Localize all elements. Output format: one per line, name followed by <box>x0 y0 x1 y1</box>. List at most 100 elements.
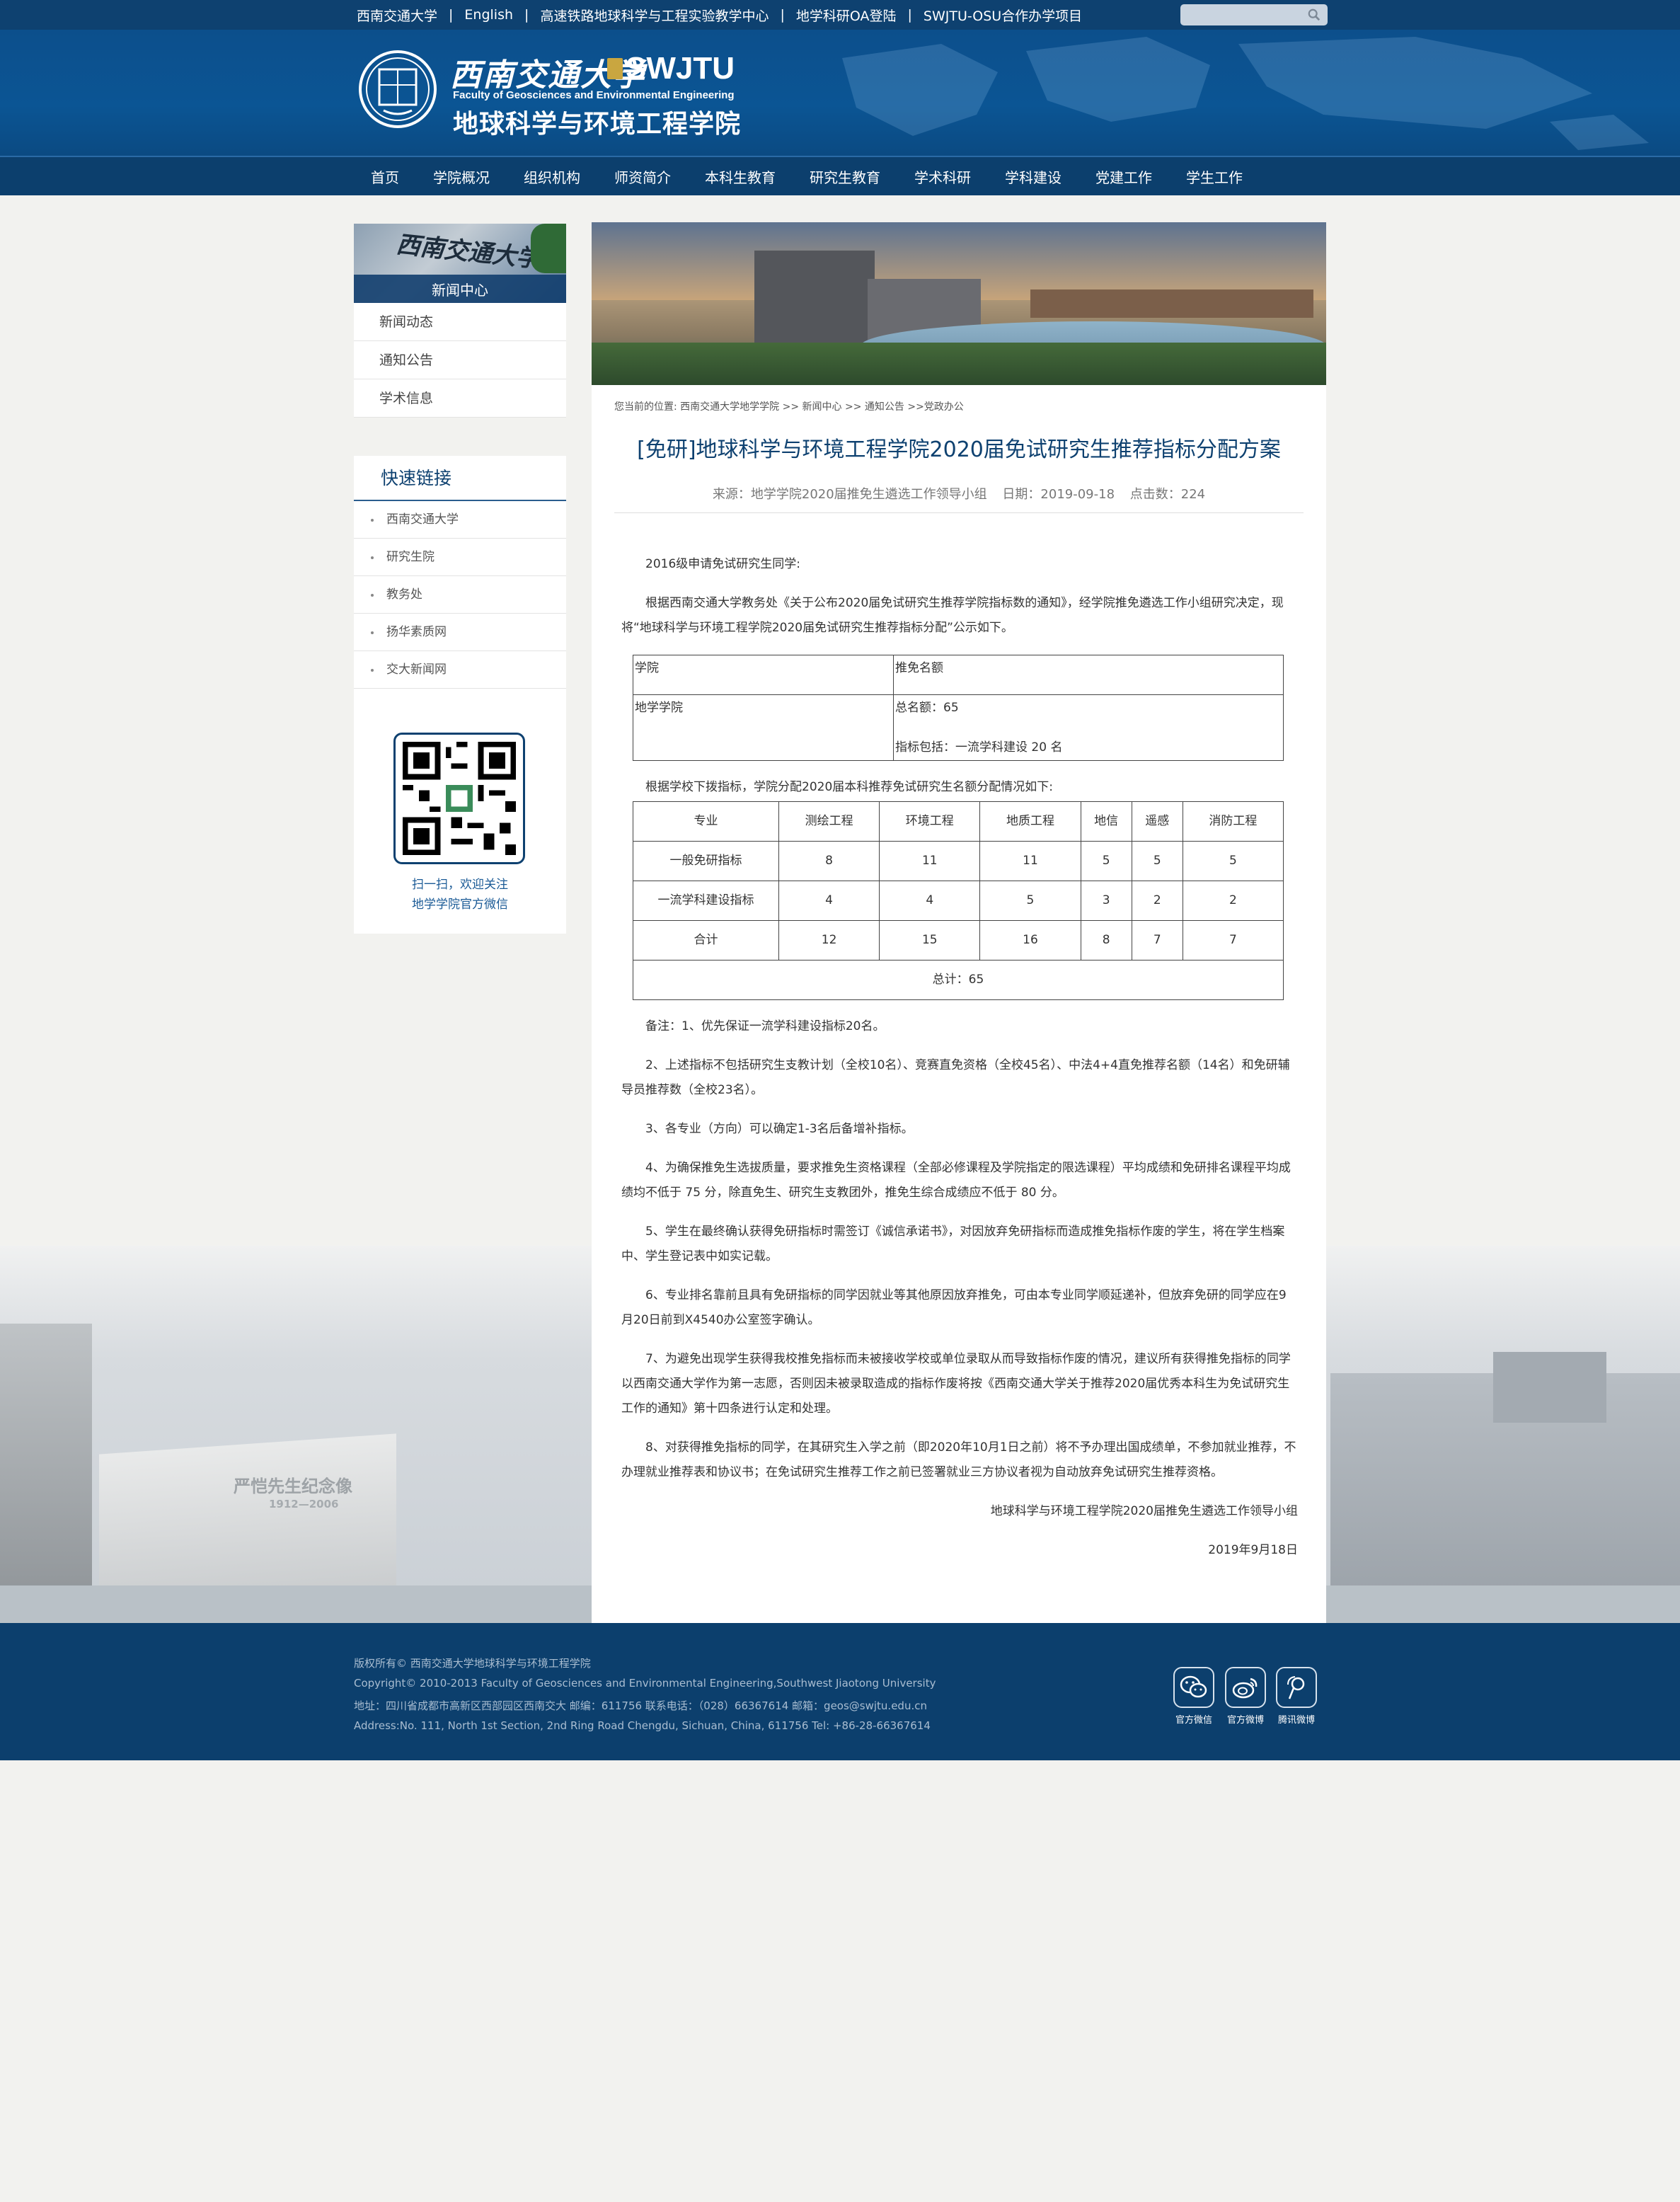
table-cell: 推免名额 <box>893 655 1284 695</box>
table-header: 消防工程 <box>1182 801 1284 842</box>
table-cell: 地学学院 <box>633 694 894 761</box>
sign-date: 2019年9月18日 <box>1208 1543 1298 1557</box>
article-source: 来源：地学学院2020届推免生遴选工作领导小组 <box>712 487 987 502</box>
article-body: 2016级申请免试研究生同学: 根据西南交通大学教务处《关于公布2020届免试研… <box>621 552 1298 1577</box>
quick-link-graduate-school[interactable]: 研究生院 <box>354 539 566 576</box>
social-weibo[interactable]: 官方微博 <box>1224 1667 1267 1726</box>
top-link-separator: | <box>907 7 912 23</box>
footer-copyright-cn: 版权所有© 西南交通大学地球科学与环境工程学院 <box>354 1657 591 1670</box>
top-link-oa-login[interactable]: 地学科研OA登陆 <box>796 6 897 25</box>
top-link-swjtu[interactable]: 西南交通大学 <box>357 6 437 25</box>
weibo-icon[interactable] <box>1225 1667 1266 1708</box>
logo-chinese-name: 地球科学与环境工程学院 <box>453 110 742 139</box>
sidebar-news: 西南交通大学 新闻中心 新闻动态 通知公告 学术信息 <box>354 224 566 418</box>
sidebar-item-news[interactable]: 新闻动态 <box>354 303 566 341</box>
nav-item-faculty[interactable]: 师资简介 <box>597 166 688 187</box>
tencent-weibo-icon[interactable] <box>1276 1667 1317 1708</box>
note-6: 6、专业排名靠前且具有免研指标的同学因就业等其他原因放弃推免，可由本专业同学顺延… <box>621 1288 1287 1327</box>
table-row: 总计：65 <box>633 960 1284 1000</box>
table-cell: 3 <box>1080 881 1132 921</box>
top-links: 西南交通大学 | English | 高速铁路地球科学与工程实验教学中心 | 地… <box>357 0 1082 30</box>
qr-code-icon <box>393 733 525 864</box>
quick-link-yanghua[interactable]: 扬华素质网 <box>354 614 566 651</box>
top-link-separator: | <box>524 7 529 23</box>
banner-trees-image <box>531 224 566 273</box>
table-cell: 学院 <box>633 655 894 695</box>
statue-image <box>0 1324 92 1621</box>
logo-english-name: Faculty of Geosciences and Environmental… <box>453 89 735 101</box>
sidebar-item-notices[interactable]: 通知公告 <box>354 341 566 379</box>
world-map-decoration <box>842 37 1649 150</box>
quick-link-swjtu[interactable]: 西南交通大学 <box>354 501 566 539</box>
allocation-intro: 根据学校下拨指标，学院分配2020届本科推荐免试研究生名额分配情况如下: <box>645 780 1053 794</box>
quick-links-title: 快速链接 <box>354 456 566 501</box>
search-input[interactable] <box>1180 4 1301 25</box>
top-link-lab-center[interactable]: 高速铁路地球科学与工程实验教学中心 <box>540 6 769 25</box>
sidebar-item-academic[interactable]: 学术信息 <box>354 379 566 418</box>
intro-paragraph: 根据西南交通大学教务处《关于公布2020届免试研究生推荐学院指标数的通知》，经学… <box>621 596 1284 635</box>
university-emblem-icon <box>359 50 437 128</box>
quick-links-panel: 快速链接 西南交通大学 研究生院 教务处 扬华素质网 交大新闻网 扫一扫，欢迎关… <box>354 456 566 934</box>
table-cell: 5 <box>1131 841 1183 881</box>
allocation-table: 专业 测绘工程 环境工程 地质工程 地信 遥感 消防工程 一般免研指标 8 11… <box>633 801 1284 1000</box>
social-label: 官方微博 <box>1226 1715 1264 1726</box>
qr-caption-line1: 扫一扫，欢迎关注 <box>412 878 508 892</box>
footer-address-en: Address:No. 111, North 1st Section, 2nd … <box>354 1719 931 1732</box>
social-tencent-weibo[interactable]: 腾讯微博 <box>1275 1667 1318 1726</box>
quick-link-academic-affairs[interactable]: 教务处 <box>354 576 566 614</box>
footer-copyright-en: Copyright© 2010-2013 Faculty of Geoscien… <box>354 1677 936 1690</box>
main-content: 您当前的位置: 西南交通大学地学学院 >> 新闻中心 >> 通知公告 >>党政办… <box>592 222 1326 1623</box>
signature: 地球科学与环境工程学院2020届推免生遴选工作领导小组 <box>990 1504 1298 1518</box>
nav-item-students[interactable]: 学生工作 <box>1169 166 1260 187</box>
wechat-icon[interactable] <box>1173 1667 1214 1708</box>
top-link-osu-program[interactable]: SWJTU-OSU合作办学项目 <box>924 6 1082 25</box>
quota-includes: 指标包括：一流学科建设 20 名 <box>895 740 1063 755</box>
top-link-separator: | <box>780 7 785 23</box>
table-cell: 总名额：65 指标包括：一流学科建设 20 名 <box>893 694 1284 761</box>
note-8: 8、对获得推免指标的同学，在其研究生入学之前（即2020年10月1日之前）将不予… <box>621 1440 1296 1479</box>
quick-link-news[interactable]: 交大新闻网 <box>354 651 566 689</box>
table-cell: 5 <box>979 881 1081 921</box>
nav-item-party[interactable]: 党建工作 <box>1078 166 1169 187</box>
banner-script-text: 西南交通大学 <box>395 230 542 274</box>
table-header: 专业 <box>633 801 779 842</box>
top-link-english[interactable]: English <box>464 7 513 23</box>
table-header: 测绘工程 <box>778 801 880 842</box>
top-link-separator: | <box>449 7 454 23</box>
table-cell: 合计 <box>633 920 779 960</box>
breadcrumb: 您当前的位置: 西南交通大学地学学院 >> 新闻中心 >> 通知公告 >>党政办… <box>614 401 964 413</box>
nav-item-about[interactable]: 学院概况 <box>416 166 507 187</box>
logo-abbreviation: SWJTU <box>626 51 735 86</box>
article-meta: 来源：地学学院2020届推免生遴选工作领导小组 日期：2019-09-18 点击… <box>592 484 1326 503</box>
nav-item-discipline[interactable]: 学科建设 <box>988 166 1078 187</box>
table-cell: 一般免研指标 <box>633 841 779 881</box>
greeting: 2016级申请免试研究生同学: <box>645 557 800 571</box>
search-icon[interactable] <box>1308 8 1321 21</box>
table-header: 地信 <box>1080 801 1132 842</box>
article-clicks: 点击数：224 <box>1129 487 1206 502</box>
note-7: 7、为避免出现学生获得我校推免指标而未被接收学校或单位录取从而导致指标作废的情况… <box>621 1352 1291 1416</box>
memorial-years: 1912—2006 <box>269 1498 339 1510</box>
nav-item-graduate[interactable]: 研究生教育 <box>793 166 897 187</box>
divider <box>614 512 1304 513</box>
table-row: 合计 12 15 16 8 7 7 <box>633 920 1284 960</box>
table-cell: 15 <box>879 920 981 960</box>
table-cell: 16 <box>979 920 1081 960</box>
nav-item-home[interactable]: 首页 <box>355 166 416 187</box>
search-box <box>1180 4 1328 25</box>
table-cell: 2 <box>1131 881 1183 921</box>
table-header: 环境工程 <box>879 801 981 842</box>
nav-item-undergraduate[interactable]: 本科生教育 <box>688 166 793 187</box>
social-label: 腾讯微博 <box>1277 1715 1315 1726</box>
nav-item-organization[interactable]: 组织机构 <box>507 166 597 187</box>
site-header: 西南交通大学 SWJTU Faculty of Geosciences and … <box>0 30 1680 156</box>
table-cell: 11 <box>879 841 981 881</box>
table-header: 地质工程 <box>979 801 1081 842</box>
campus-banner-image <box>592 222 1326 385</box>
nav-item-research[interactable]: 学术科研 <box>897 166 988 187</box>
table-cell: 2 <box>1182 881 1284 921</box>
table-cell: 11 <box>979 841 1081 881</box>
news-center-banner: 西南交通大学 新闻中心 <box>354 224 566 303</box>
logo-badge <box>607 58 623 79</box>
social-wechat[interactable]: 官方微信 <box>1173 1667 1215 1726</box>
